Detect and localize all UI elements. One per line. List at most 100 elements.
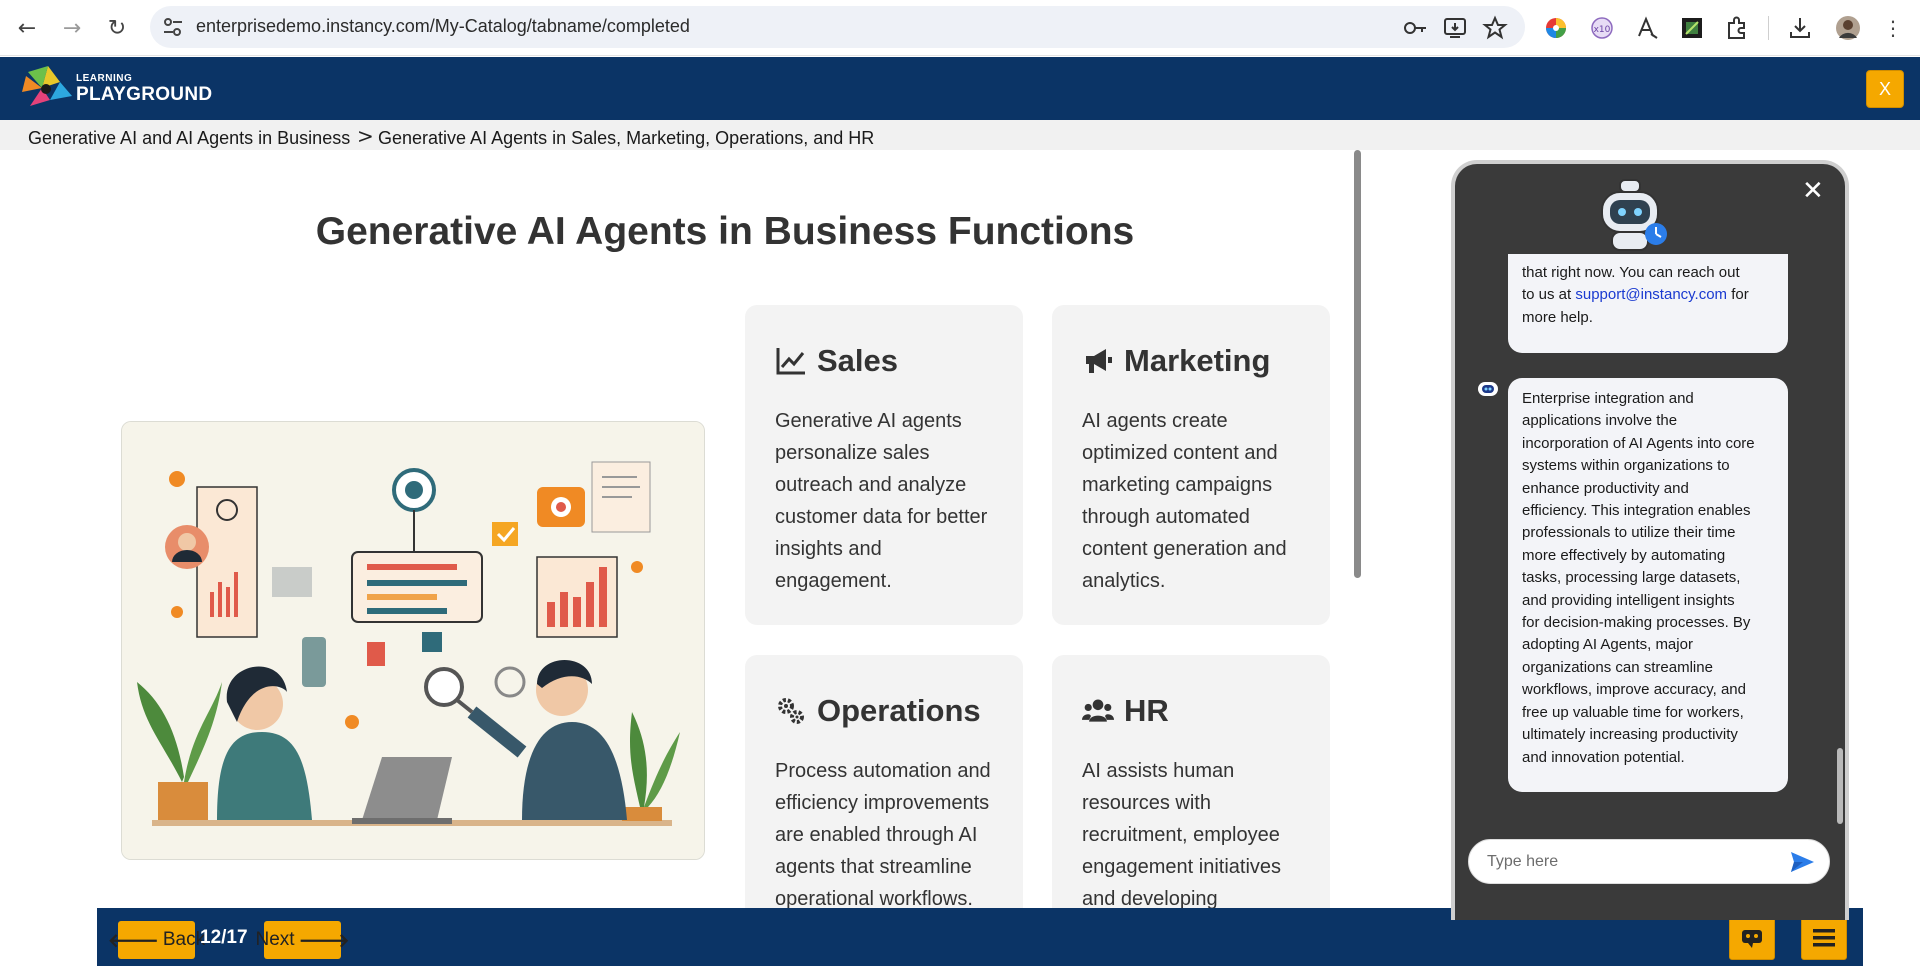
chat-message-line: and providing intelligent insights [1522, 591, 1735, 609]
send-icon[interactable] [1789, 850, 1815, 874]
chat-input-box [1468, 839, 1830, 884]
chat-message-line: efficiency. This integration enables [1522, 502, 1751, 520]
card-hr-label: HR [1124, 693, 1169, 728]
chat-message-bot: Enterprise integration and applications … [1508, 378, 1788, 792]
card-marketing-line: content generation and [1082, 538, 1287, 560]
card-operations-line: efficiency improvements [775, 792, 990, 814]
chat-bot-icon [1742, 930, 1762, 948]
chat-message-line: more help. [1522, 308, 1593, 326]
card-marketing-label: Marketing [1124, 343, 1271, 378]
close-course-button[interactable]: X [1866, 70, 1904, 108]
extension-badge-icon[interactable]: x10 [1588, 14, 1616, 42]
chat-text: for [1727, 286, 1749, 304]
card-sales-line: engagement. [775, 570, 892, 592]
site-settings-icon[interactable] [160, 14, 186, 40]
text-tool-extension-icon[interactable] [1633, 14, 1661, 42]
card-sales-title: Sales [775, 343, 898, 379]
breadcrumb-parent[interactable]: Generative AI and AI Agents in Business [28, 128, 350, 149]
chat-message-line: that right now. You can reach out [1522, 264, 1740, 281]
logo-small-text: LEARNING [76, 73, 133, 84]
chat-toggle-button[interactable] [1729, 916, 1775, 960]
card-marketing-line: analytics. [1082, 570, 1166, 592]
gears-icon [778, 698, 804, 724]
arrow-left-icon: 🡐 [107, 929, 159, 952]
robot-assistant-icon [1601, 179, 1667, 251]
card-operations-line: Process automation and [775, 760, 991, 782]
card-sales-label: Sales [817, 343, 899, 378]
forward-arrow-icon[interactable]: → [56, 12, 88, 44]
card-operations-line: operational workflows. [775, 888, 973, 908]
breadcrumb-current: Generative AI Agents in Sales, Marketing… [378, 128, 875, 148]
card-sales-line: Generative AI agents [775, 410, 962, 432]
page-indicator: 12/17 [200, 927, 248, 948]
card-hr-line: AI assists human [1082, 760, 1235, 782]
users-icon [1082, 699, 1114, 722]
card-operations-line: are enabled through AI [775, 824, 978, 846]
card-sales-line: insights and [775, 538, 882, 560]
downloads-icon[interactable] [1786, 14, 1814, 42]
profile-avatar-icon[interactable] [1834, 14, 1862, 42]
back-arrow-icon[interactable]: ← [11, 12, 43, 44]
card-marketing: Marketing AI agents create optimized con… [1052, 305, 1330, 625]
card-operations-line: agents that streamline [775, 856, 972, 878]
app-header [0, 57, 1920, 120]
screen-capture-extension-icon[interactable] [1678, 14, 1706, 42]
menu-button[interactable] [1801, 916, 1847, 960]
card-hr-line: and developing [1082, 888, 1218, 908]
chat-message-line: for decision-making processes. By [1522, 614, 1751, 632]
next-button-label: Next [255, 929, 295, 950]
chat-text: to us at [1522, 286, 1576, 304]
logo-big-text: PLAYGROUND [76, 84, 213, 105]
support-email-link[interactable]: support@instancy.com [1575, 286, 1727, 303]
url-text[interactable]: enterprisedemo.instancy.com/My-Catalog/t… [196, 16, 690, 37]
hamburger-menu-icon [1813, 929, 1835, 947]
chat-message-line: and innovation potential. [1522, 748, 1685, 766]
password-key-icon[interactable] [1402, 15, 1428, 41]
card-hr-line: recruitment, employee [1082, 824, 1280, 846]
chat-message-line: systems within organizations to [1522, 457, 1730, 475]
card-hr-title: HR [1082, 693, 1169, 729]
chat-message-line: more effectively by automating [1522, 546, 1726, 564]
bookmark-star-icon[interactable] [1482, 15, 1508, 41]
card-sales: Sales Generative AI agents personalize s… [745, 305, 1023, 625]
card-marketing-line: AI agents create [1082, 410, 1228, 432]
card-operations-title: Operations [775, 693, 981, 729]
card-operations: Operations Process automation and effici… [745, 655, 1023, 908]
chat-message-input[interactable] [1487, 851, 1777, 873]
reload-icon[interactable]: ↻ [101, 12, 133, 44]
card-marketing-line: optimized content and [1082, 442, 1278, 464]
card-hr: HR AI assists human resources with recru… [1052, 655, 1330, 908]
page-title: Generative AI Agents in Business Functio… [315, 210, 1135, 253]
chat-message-line: tasks, processing large datasets, [1522, 569, 1741, 587]
back-button[interactable]: 🡐 Back [108, 921, 205, 959]
toolbar-divider [1768, 16, 1769, 40]
chat-message-line: Enterprise integration and [1522, 390, 1694, 407]
chat-close-icon[interactable]: ✕ [1802, 176, 1824, 206]
card-operations-text: Process automation and efficiency improv… [775, 755, 1007, 908]
business-illustration [121, 421, 705, 860]
chat-message-line: incorporation of AI Agents into core [1522, 434, 1755, 452]
card-sales-text: Generative AI agents personalize sales o… [775, 405, 1007, 597]
browser-menu-icon[interactable]: ⋮ [1877, 12, 1909, 44]
card-sales-line: personalize sales [775, 442, 930, 464]
extensions-puzzle-icon[interactable] [1723, 14, 1751, 42]
chat-message-line: organizations can streamline [1522, 658, 1713, 676]
color-wheel-extension-icon[interactable] [1542, 14, 1570, 42]
chat-message-line: applications involve the [1522, 412, 1678, 430]
svg-text:x10: x10 [1594, 25, 1611, 35]
card-marketing-line: marketing campaigns [1082, 474, 1273, 496]
arrow-right-icon: 🡒 [298, 929, 350, 952]
card-marketing-title: Marketing [1082, 343, 1270, 379]
card-marketing-line: through automated [1082, 506, 1250, 528]
next-button[interactable]: Next 🡒 [255, 921, 350, 959]
chat-message-line: ultimately increasing productivity [1522, 726, 1738, 744]
install-app-icon[interactable] [1442, 15, 1468, 41]
chat-scrollbar[interactable] [1837, 748, 1843, 824]
chat-message-line: professionals to utilize their time [1522, 524, 1736, 542]
card-operations-label: Operations [817, 693, 981, 728]
content-scrollbar[interactable] [1354, 150, 1361, 578]
chat-message-line: workflows, improve accuracy, and [1522, 681, 1746, 699]
back-button-label: Back [162, 929, 206, 950]
breadcrumb-separator: > [357, 124, 374, 148]
megaphone-icon [1086, 349, 1112, 373]
